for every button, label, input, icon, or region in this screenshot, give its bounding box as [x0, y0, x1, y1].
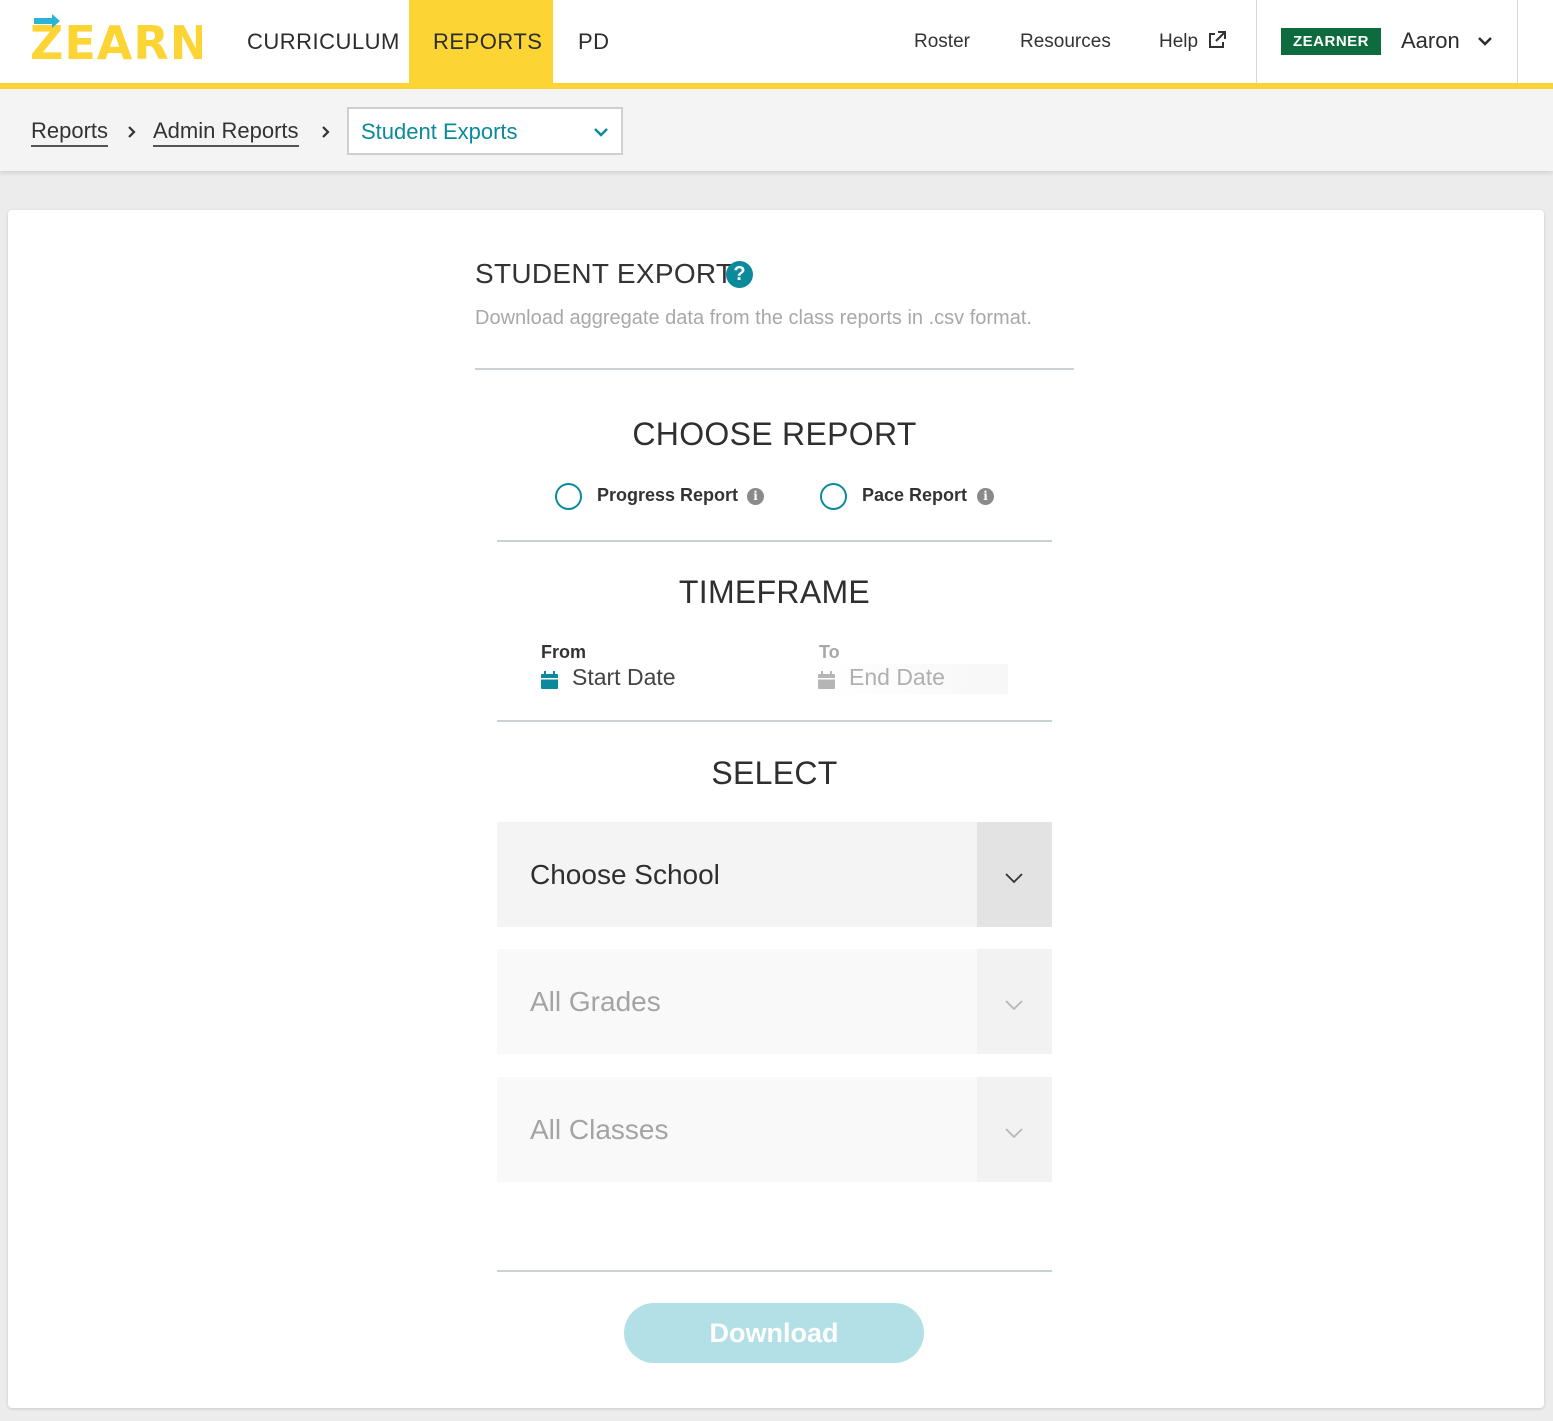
progress-report-radio[interactable]: [555, 483, 582, 510]
grades-select-value: All Grades: [530, 986, 661, 1017]
chevron-down-icon: [1005, 1000, 1023, 1011]
divider: [475, 368, 1074, 370]
zearner-badge: ZEARNER: [1281, 28, 1382, 55]
school-select[interactable]: Choose School: [497, 822, 1052, 927]
user-name: Aaron: [1401, 28, 1460, 53]
nav-tab-reports[interactable]: REPORTS: [409, 0, 553, 83]
divider: [497, 720, 1052, 722]
nav-link-help[interactable]: Help: [1159, 0, 1227, 83]
select-heading: SELECT: [711, 755, 838, 791]
chevron-down-icon: [1005, 873, 1023, 884]
pace-report-radio[interactable]: [820, 483, 847, 510]
external-link-icon: [1209, 31, 1227, 48]
nav-divider: [1256, 0, 1257, 83]
calendar-icon: [818, 671, 835, 689]
info-icon[interactable]: i: [747, 488, 764, 505]
report-type-select[interactable]: Student Exports: [347, 107, 623, 155]
breadcrumb-reports[interactable]: Reports: [31, 117, 109, 147]
report-type-select-value: Student Exports: [361, 119, 518, 144]
help-icon[interactable]: ?: [726, 261, 753, 288]
download-button[interactable]: Download: [624, 1303, 924, 1363]
breadcrumb: Reports Admin Reports Student Exports: [0, 89, 1553, 171]
zearn-logo[interactable]: ZEARN: [30, 12, 202, 62]
nav-divider: [1517, 0, 1518, 83]
grades-select[interactable]: All Grades: [497, 949, 1052, 1054]
breadcrumb-admin-reports[interactable]: Admin Reports: [153, 117, 299, 147]
to-label: To: [819, 642, 840, 662]
from-label: From: [541, 642, 586, 662]
nav-link-resources[interactable]: Resources: [1020, 0, 1111, 83]
student-exports-card: [8, 210, 1544, 1408]
progress-report-option[interactable]: Progress Report i: [555, 483, 770, 513]
page-subtitle: Download aggregate data from the class r…: [475, 307, 1032, 329]
chevron-right-icon: [322, 126, 330, 138]
start-date-input[interactable]: Start Date: [541, 664, 741, 694]
page-title: STUDENT EXPORTS: [475, 258, 753, 289]
nav-tab-curriculum[interactable]: CURRICULUM: [223, 0, 424, 83]
user-menu[interactable]: Aaron: [1401, 0, 1492, 83]
pace-report-label: Pace Report: [862, 485, 968, 505]
info-icon[interactable]: i: [977, 488, 994, 505]
nav-link-help-label: Help: [1159, 31, 1199, 52]
end-date-input[interactable]: End Date: [818, 664, 1008, 694]
top-navigation: ZEARN CURRICULUM REPORTS PD Roster Resou…: [0, 0, 1553, 89]
grades-select-toggle[interactable]: [977, 949, 1052, 1054]
timeframe-heading: TIMEFRAME: [678, 574, 871, 610]
classes-select-toggle[interactable]: [977, 1077, 1052, 1182]
classes-select-value: All Classes: [530, 1114, 669, 1145]
classes-select[interactable]: All Classes: [497, 1077, 1052, 1182]
nav-link-roster[interactable]: Roster: [914, 0, 970, 83]
chevron-down-icon: [594, 128, 608, 137]
end-date-placeholder: End Date: [849, 664, 945, 690]
school-select-value: Choose School: [530, 859, 720, 890]
school-select-toggle[interactable]: [977, 822, 1052, 927]
chevron-right-icon: [128, 126, 136, 138]
start-date-placeholder: Start Date: [572, 664, 676, 690]
nav-tab-pd[interactable]: PD: [554, 0, 634, 83]
calendar-icon: [541, 671, 558, 689]
choose-report-heading: CHOOSE REPORT: [632, 416, 917, 452]
progress-report-label: Progress Report: [597, 485, 739, 505]
divider: [497, 1270, 1052, 1272]
divider: [497, 540, 1052, 542]
chevron-down-icon: [1005, 1128, 1023, 1139]
pace-report-option[interactable]: Pace Report i: [820, 483, 1000, 513]
chevron-down-icon: [1478, 37, 1492, 46]
